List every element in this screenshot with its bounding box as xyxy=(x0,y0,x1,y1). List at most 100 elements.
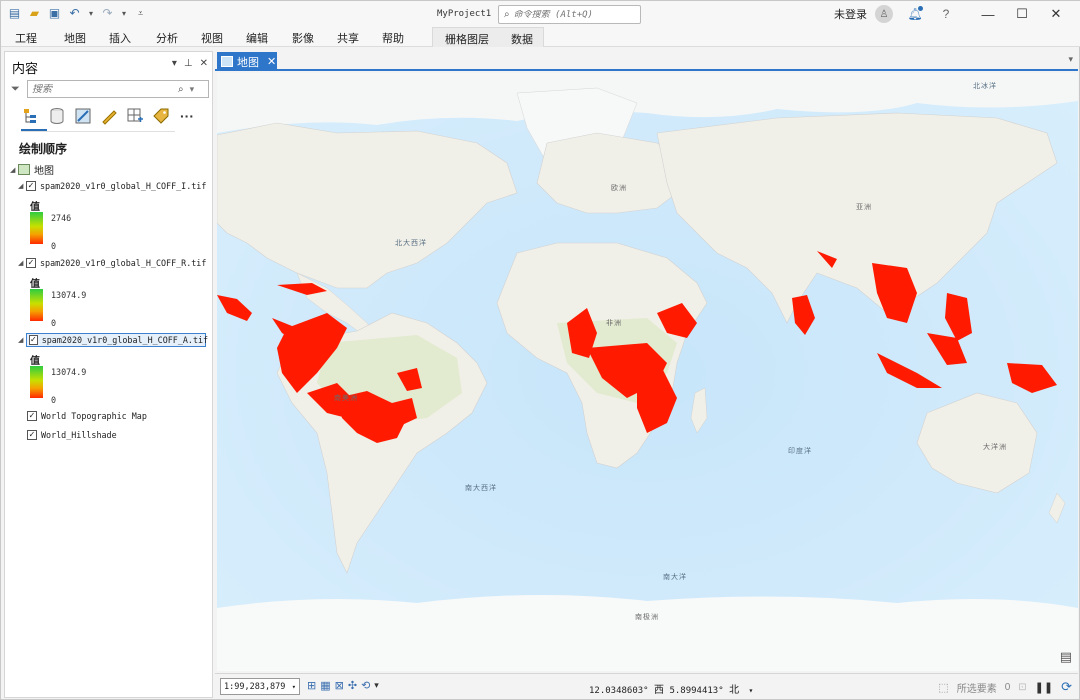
save-icon[interactable]: ▣ xyxy=(47,6,62,20)
legend-max-value: 2746 xyxy=(51,213,72,223)
map-node[interactable]: ◢ 地图 xyxy=(10,162,54,177)
title-bar: ▤ ▰ ▣ ↶ ▾ ↷ ▾ ⩡ MyProject1 ⌕ 未登录 ♙ 🔔︎ ? … xyxy=(1,1,1080,27)
basemap-layer-item[interactable]: ✓ World_Hillshade xyxy=(27,430,117,440)
layer-item[interactable]: ◢ ✓ spam2020_v1r0_global_H_COFF_R.tif xyxy=(18,258,206,268)
window-controls: 未登录 ♙ 🔔︎ ? — ☐ ✕ xyxy=(834,4,1073,24)
map-tab-label: 地图 xyxy=(237,56,259,69)
latitude-direction: 北 xyxy=(729,685,740,696)
list-by-selection-icon[interactable] xyxy=(73,106,93,126)
cursor-coordinates: 12.0348603° 西 5.8994413° 北 ▾ xyxy=(589,681,753,696)
redo-icon[interactable]: ↷ xyxy=(100,6,115,20)
pane-options-icon[interactable]: ▾ xyxy=(172,58,177,69)
layer-visibility-checkbox[interactable]: ✓ xyxy=(27,430,37,440)
collapse-arrow-icon[interactable]: ◢ xyxy=(10,166,18,174)
label-oceania: 大洋洲 xyxy=(983,443,1007,451)
tab-data[interactable]: 数据 xyxy=(511,31,533,47)
list-by-data-source-icon[interactable] xyxy=(47,106,67,126)
drawing-order-heading: 绘制顺序 xyxy=(19,142,68,156)
collapse-arrow-icon[interactable]: ◢ xyxy=(18,259,26,267)
tab-map-view[interactable]: 地图 ✕ xyxy=(217,52,277,71)
open-project-icon[interactable]: ▰ xyxy=(27,6,42,20)
list-by-drawing-order-icon[interactable] xyxy=(21,106,41,126)
tab-raster-layer[interactable]: 栅格图层 xyxy=(445,31,489,47)
sign-in-link[interactable]: 未登录 xyxy=(834,6,867,22)
pane-close-icon[interactable]: ✕ xyxy=(200,58,208,69)
pan-icon[interactable]: ✣ xyxy=(348,679,357,692)
label-north-atlantic: 北大西洋 xyxy=(395,239,427,247)
command-search-input[interactable] xyxy=(513,9,632,20)
tab-project[interactable]: 工程 xyxy=(15,30,37,46)
layer-visibility-checkbox[interactable]: ✓ xyxy=(26,181,36,191)
status-bar-tools: ⊞ ▦ ⊠ ✣ ⟲ ▾ xyxy=(307,679,379,692)
tab-map[interactable]: 地图 xyxy=(64,30,86,46)
layer-visibility-checkbox[interactable]: ✓ xyxy=(26,258,36,268)
list-by-snapping-icon[interactable] xyxy=(125,106,145,126)
fixed-zoom-icon[interactable]: ⊠ xyxy=(335,679,344,692)
label-antarctica: 南极洲 xyxy=(635,613,659,621)
filter-icon[interactable]: ⏷ xyxy=(11,83,20,96)
world-map-graphic xyxy=(217,73,1078,671)
layer-visibility-checkbox[interactable]: ✓ xyxy=(29,335,38,345)
tab-help[interactable]: 帮助 xyxy=(382,30,404,46)
chevron-down-icon[interactable]: ▾ xyxy=(292,683,296,691)
label-africa: 非洲 xyxy=(606,319,622,327)
navigation-icon[interactable]: ⟲ xyxy=(361,679,370,692)
scale-selector[interactable]: 1:99,283,879 ▾ xyxy=(220,678,300,695)
selected-layer-row[interactable]: ✓ spam2020_v1r0_global_H_COFF_A.tif xyxy=(26,333,208,347)
undo-icon[interactable]: ↶ xyxy=(67,6,82,20)
chevron-down-icon[interactable]: ▾ xyxy=(748,686,753,695)
search-icon[interactable]: ⌕ xyxy=(178,84,184,95)
tab-list-dropdown-icon[interactable]: ▾ xyxy=(1068,54,1073,65)
redo-dropdown-icon[interactable]: ▾ xyxy=(120,6,128,20)
collapse-arrow-icon[interactable]: ◢ xyxy=(18,182,26,190)
contents-search-box[interactable]: ⌕ ▾ xyxy=(27,80,209,98)
list-by-labeling-icon[interactable] xyxy=(151,106,171,126)
contextual-tabs: 栅格图层 数据 xyxy=(432,27,544,47)
selected-features-label[interactable]: 所选要素 xyxy=(957,680,997,695)
avatar[interactable]: ♙ xyxy=(875,5,893,23)
legend-color-ramp xyxy=(30,212,43,244)
search-dropdown-icon[interactable]: ▾ xyxy=(190,84,195,95)
pause-drawing-icon[interactable]: ❚❚ xyxy=(1035,681,1053,694)
undo-dropdown-icon[interactable]: ▾ xyxy=(87,6,95,20)
minimize-button[interactable]: — xyxy=(971,4,1005,24)
close-button[interactable]: ✕ xyxy=(1039,4,1073,24)
pin-icon[interactable]: ⊥ xyxy=(184,58,193,69)
collapse-arrow-icon[interactable]: ◢ xyxy=(18,336,26,344)
grid-icon[interactable]: ▦ xyxy=(320,679,330,692)
tab-share[interactable]: 共享 xyxy=(337,30,359,46)
refresh-icon[interactable]: ⟳ xyxy=(1061,679,1072,695)
new-project-icon[interactable]: ▤ xyxy=(7,6,22,20)
close-tab-icon[interactable]: ✕ xyxy=(267,55,276,68)
contents-search-input[interactable] xyxy=(32,83,172,95)
map-canvas[interactable]: 北冰洋 欧洲 亚洲 北大西洋 非洲 南美洲 印度洋 大洋洲 南大西洋 南大洋 南… xyxy=(217,73,1078,671)
layer-item[interactable]: ◢ ✓ spam2020_v1r0_global_H_COFF_I.tif xyxy=(18,181,206,191)
chevron-down-icon[interactable]: ▾ xyxy=(374,680,379,691)
legend-min-value: 0 xyxy=(51,241,57,251)
status-bar-right: ⬚ 所选要素 0 ⊡ ❚❚ ⟳ xyxy=(938,679,1072,695)
tab-imagery[interactable]: 影像 xyxy=(292,30,314,46)
list-by-editing-icon[interactable] xyxy=(99,106,119,126)
layer-visibility-checkbox[interactable]: ✓ xyxy=(27,411,37,421)
quick-access-toolbar: ▤ ▰ ▣ ↶ ▾ ↷ ▾ ⩡ xyxy=(7,6,148,20)
tab-view[interactable]: 视图 xyxy=(201,30,223,46)
more-options-icon[interactable]: ··· xyxy=(177,108,197,124)
tab-insert[interactable]: 插入 xyxy=(109,30,131,46)
maximize-button[interactable]: ☐ xyxy=(1005,4,1039,24)
attribute-table-icon[interactable]: ▤ xyxy=(1060,649,1072,665)
label-south-america: 南美洲 xyxy=(334,394,358,402)
add-view-icon[interactable]: ⊞ xyxy=(307,679,316,692)
label-indian-ocean: 印度洋 xyxy=(788,447,812,455)
customize-icon[interactable]: ⩡ xyxy=(133,6,148,20)
legend-value-label: 值 xyxy=(30,202,40,213)
command-search-box[interactable]: ⌕ xyxy=(498,5,641,24)
tab-analysis[interactable]: 分析 xyxy=(156,30,178,46)
help-icon[interactable]: ? xyxy=(937,7,955,21)
notification-bell-icon[interactable]: 🔔︎ xyxy=(907,5,923,23)
tab-edit[interactable]: 编辑 xyxy=(246,30,268,46)
legend-max-value: 13074.9 xyxy=(51,367,87,377)
clear-selection-icon[interactable]: ⊡ xyxy=(1018,682,1026,693)
layer-item-selected[interactable]: ◢ ✓ spam2020_v1r0_global_H_COFF_A.tif xyxy=(18,333,208,347)
layer-name: World Topographic Map xyxy=(41,411,147,421)
basemap-layer-item[interactable]: ✓ World Topographic Map xyxy=(27,411,147,421)
